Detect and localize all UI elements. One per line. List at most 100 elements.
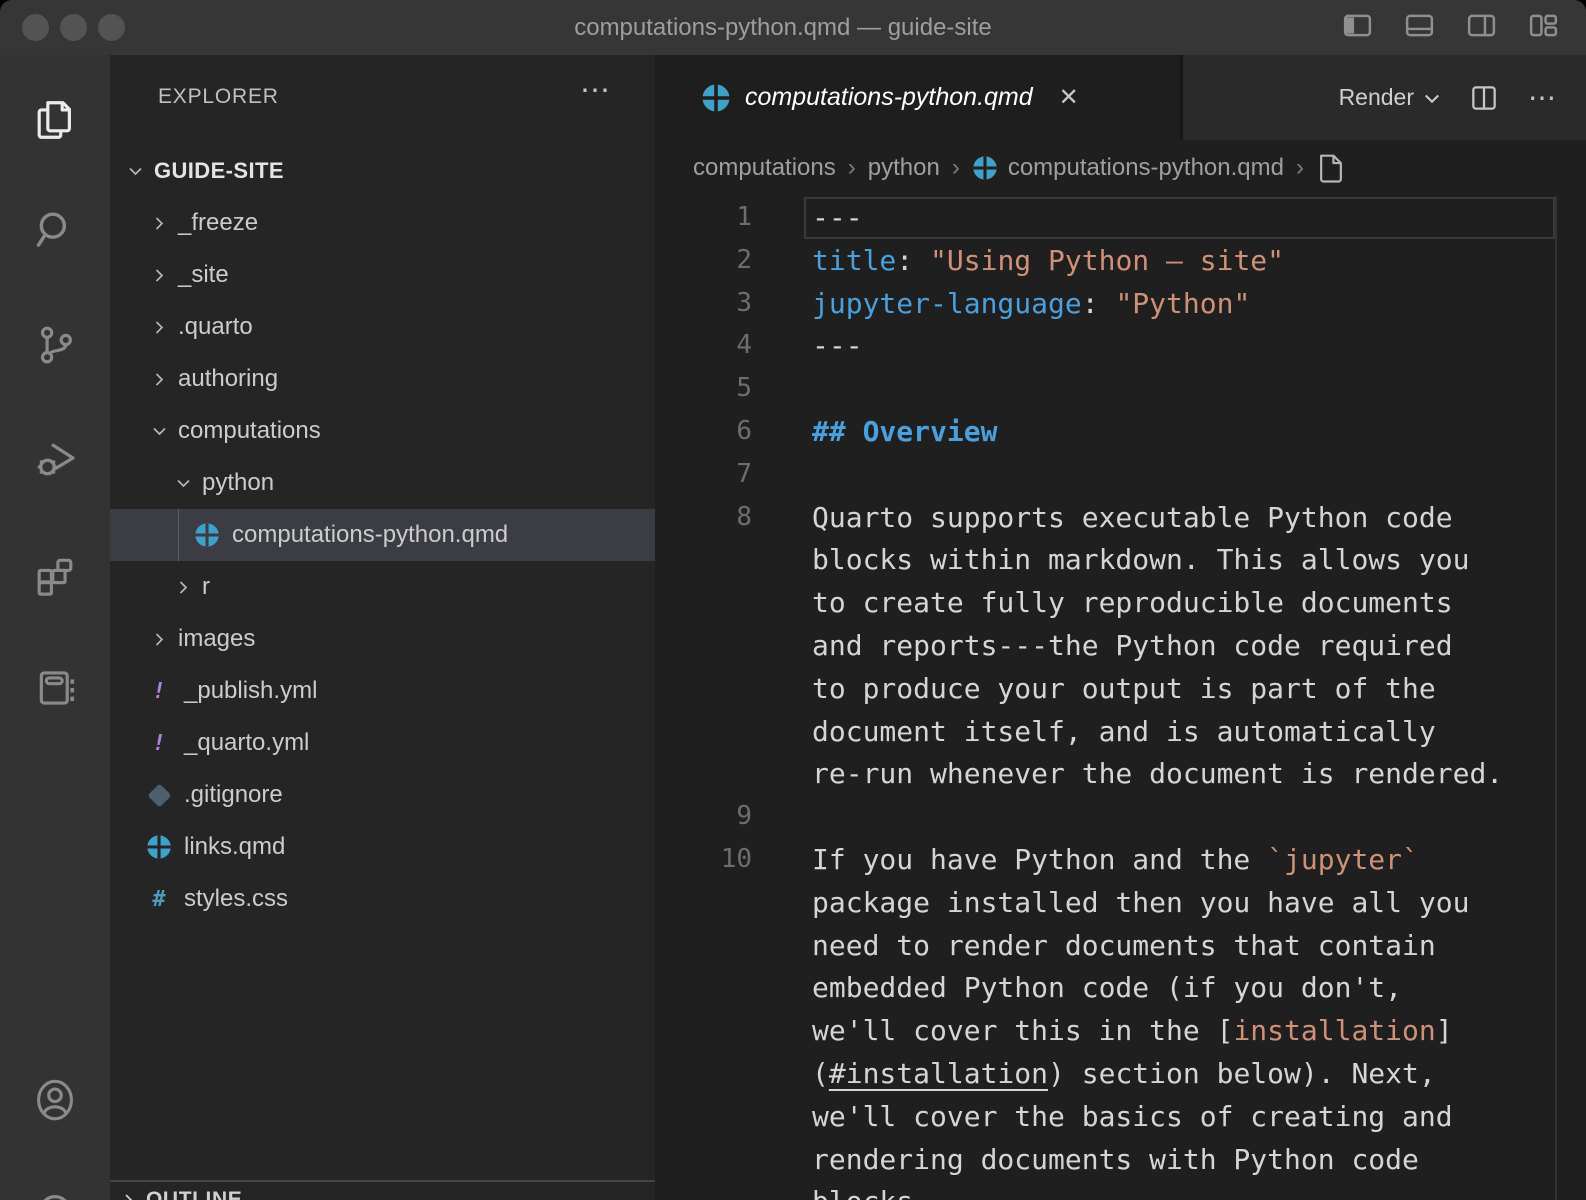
toggle-primary-sidebar-icon[interactable] xyxy=(1341,9,1374,42)
tree-item--quarto[interactable]: .quarto xyxy=(110,301,655,353)
toggle-secondary-sidebar-icon[interactable] xyxy=(1465,9,1498,42)
line-number: 10 xyxy=(655,838,752,881)
tree-item--site[interactable]: _site xyxy=(110,249,655,301)
outline-section-header[interactable]: OUTLINE xyxy=(122,1188,242,1200)
code-line: 10If you have Python and the `jupyter` xyxy=(655,838,1586,881)
activity-bar xyxy=(0,55,110,1200)
chevron-right-icon xyxy=(152,632,167,647)
tree-item-images[interactable]: images xyxy=(110,613,655,665)
tree-item-styles-css[interactable]: #styles.css xyxy=(110,873,655,925)
tree-item-label: _publish.yml xyxy=(184,677,317,705)
tree-item-label: _freeze xyxy=(178,209,258,237)
code-line: (#installation) section below). Next, xyxy=(655,1052,1586,1095)
quarto-file-icon xyxy=(972,155,998,181)
tree-item-label: .gitignore xyxy=(184,781,283,809)
tree-item-computations-python-qmd[interactable]: computations-python.qmd xyxy=(110,509,655,561)
code-line: embedded Python code (if you don't, xyxy=(655,966,1586,1009)
tab-computations-python[interactable]: computations-python.qmd ✕ xyxy=(655,55,1183,140)
editor-more-actions-icon[interactable]: ⋯ xyxy=(1528,81,1558,114)
explorer-sidebar: EXPLORER ⋯ GUIDE-SITE_freeze_site.quarto… xyxy=(110,55,655,1200)
tree-item--freeze[interactable]: _freeze xyxy=(110,197,655,249)
tab-close-icon[interactable]: ✕ xyxy=(1059,83,1079,112)
notebook-icon[interactable] xyxy=(0,643,110,733)
code-line: we'll cover this in the [installation] xyxy=(655,1009,1586,1052)
account-icon[interactable] xyxy=(0,1055,110,1145)
search-icon[interactable] xyxy=(0,185,110,275)
settings-gear-icon[interactable] xyxy=(0,1185,110,1200)
tree-item-guide-site[interactable]: GUIDE-SITE xyxy=(110,145,655,197)
code-line: to create fully reproducible documents xyxy=(655,581,1586,624)
code-line: rendering documents with Python code xyxy=(655,1138,1586,1181)
chevron-down-icon xyxy=(176,476,191,491)
tree-item-label: _site xyxy=(178,261,229,289)
code-line: 3jupyter-language: "Python" xyxy=(655,282,1586,325)
explorer-more-actions-icon[interactable]: ⋯ xyxy=(580,73,612,108)
tree-item-python[interactable]: python xyxy=(110,457,655,509)
indent-guide xyxy=(178,509,179,561)
line-number: 3 xyxy=(655,282,752,325)
chevron-right-icon xyxy=(152,216,167,231)
line-number: 2 xyxy=(655,239,752,282)
extensions-icon[interactable] xyxy=(0,529,110,619)
breadcrumb-file[interactable]: computations-python.qmd xyxy=(1008,154,1284,182)
line-number: 6 xyxy=(655,410,752,453)
tree-item-label: .quarto xyxy=(178,313,253,341)
code-line: blocks. xyxy=(655,1180,1586,1200)
breadcrumb-computations[interactable]: computations xyxy=(693,154,836,182)
line-number: 1 xyxy=(655,196,752,239)
title-bar: computations-python.qmd — guide-site xyxy=(0,0,1586,55)
tab-bar: computations-python.qmd ✕ Render ⋯ xyxy=(655,55,1586,140)
code-line: 8Quarto supports executable Python code xyxy=(655,496,1586,539)
customize-layout-icon[interactable] xyxy=(1527,9,1560,42)
quarto-file-icon xyxy=(701,83,731,113)
tree-item-label: python xyxy=(202,469,274,497)
outline-label: OUTLINE xyxy=(146,1188,242,1200)
tree-item-label: computations xyxy=(178,417,321,445)
tree-item-label: links.qmd xyxy=(184,833,285,861)
split-editor-icon[interactable] xyxy=(1468,82,1500,114)
chevron-down-icon xyxy=(1422,88,1442,108)
tree-item-r[interactable]: r xyxy=(110,561,655,613)
tree-item--quarto-yml[interactable]: !_quarto.yml xyxy=(110,717,655,769)
breadcrumb-python[interactable]: python xyxy=(868,154,940,182)
file-tree: GUIDE-SITE _freeze _site .quarto authoring co… xyxy=(110,145,655,925)
line-number: 8 xyxy=(655,496,752,539)
chevron-down-icon xyxy=(128,164,143,179)
chevron-right-icon xyxy=(152,320,167,335)
run-debug-icon[interactable] xyxy=(0,413,110,503)
code-editor[interactable]: 1---2title: "Using Python — site"3jupyte… xyxy=(655,196,1586,1200)
tree-item-label: computations-python.qmd xyxy=(232,521,508,549)
css-file-icon: # xyxy=(152,887,165,912)
code-line: 4--- xyxy=(655,324,1586,367)
toggle-panel-icon[interactable] xyxy=(1403,9,1436,42)
source-control-icon[interactable] xyxy=(0,300,110,390)
breadcrumbs: computations › python › computations-pyt… xyxy=(655,140,1586,196)
yaml-file-icon: ! xyxy=(152,679,165,704)
tree-item-authoring[interactable]: authoring xyxy=(110,353,655,405)
chevron-right-icon xyxy=(122,1193,136,1200)
code-line: need to render documents that contain xyxy=(655,924,1586,967)
quarto-file-icon xyxy=(146,834,172,860)
tree-item-label: r xyxy=(202,573,210,601)
tree-item-label: authoring xyxy=(178,365,278,393)
code-line: document itself, and is automatically xyxy=(655,710,1586,753)
line-number: 5 xyxy=(655,367,752,410)
render-button[interactable]: Render xyxy=(1339,84,1442,111)
tree-item--gitignore[interactable]: .gitignore xyxy=(110,769,655,821)
tree-item-computations[interactable]: computations xyxy=(110,405,655,457)
code-line: and reports---the Python code required xyxy=(655,624,1586,667)
document-icon xyxy=(1316,152,1346,184)
tab-title: computations-python.qmd xyxy=(745,83,1033,112)
chevron-right-icon: › xyxy=(848,154,856,182)
chevron-right-icon xyxy=(152,372,167,387)
render-label: Render xyxy=(1339,84,1414,111)
chevron-right-icon: › xyxy=(1296,154,1304,182)
tree-item-label: _quarto.yml xyxy=(184,729,309,757)
tree-item-links-qmd[interactable]: links.qmd xyxy=(110,821,655,873)
outline-divider xyxy=(110,1180,655,1182)
tree-item--publish-yml[interactable]: ! _publish.yml xyxy=(110,665,655,717)
code-line: re-run whenever the document is rendered… xyxy=(655,752,1586,795)
code-line: package installed then you have all you xyxy=(655,881,1586,924)
code-line: 6## Overview xyxy=(655,410,1586,453)
explorer-icon[interactable] xyxy=(0,75,110,165)
